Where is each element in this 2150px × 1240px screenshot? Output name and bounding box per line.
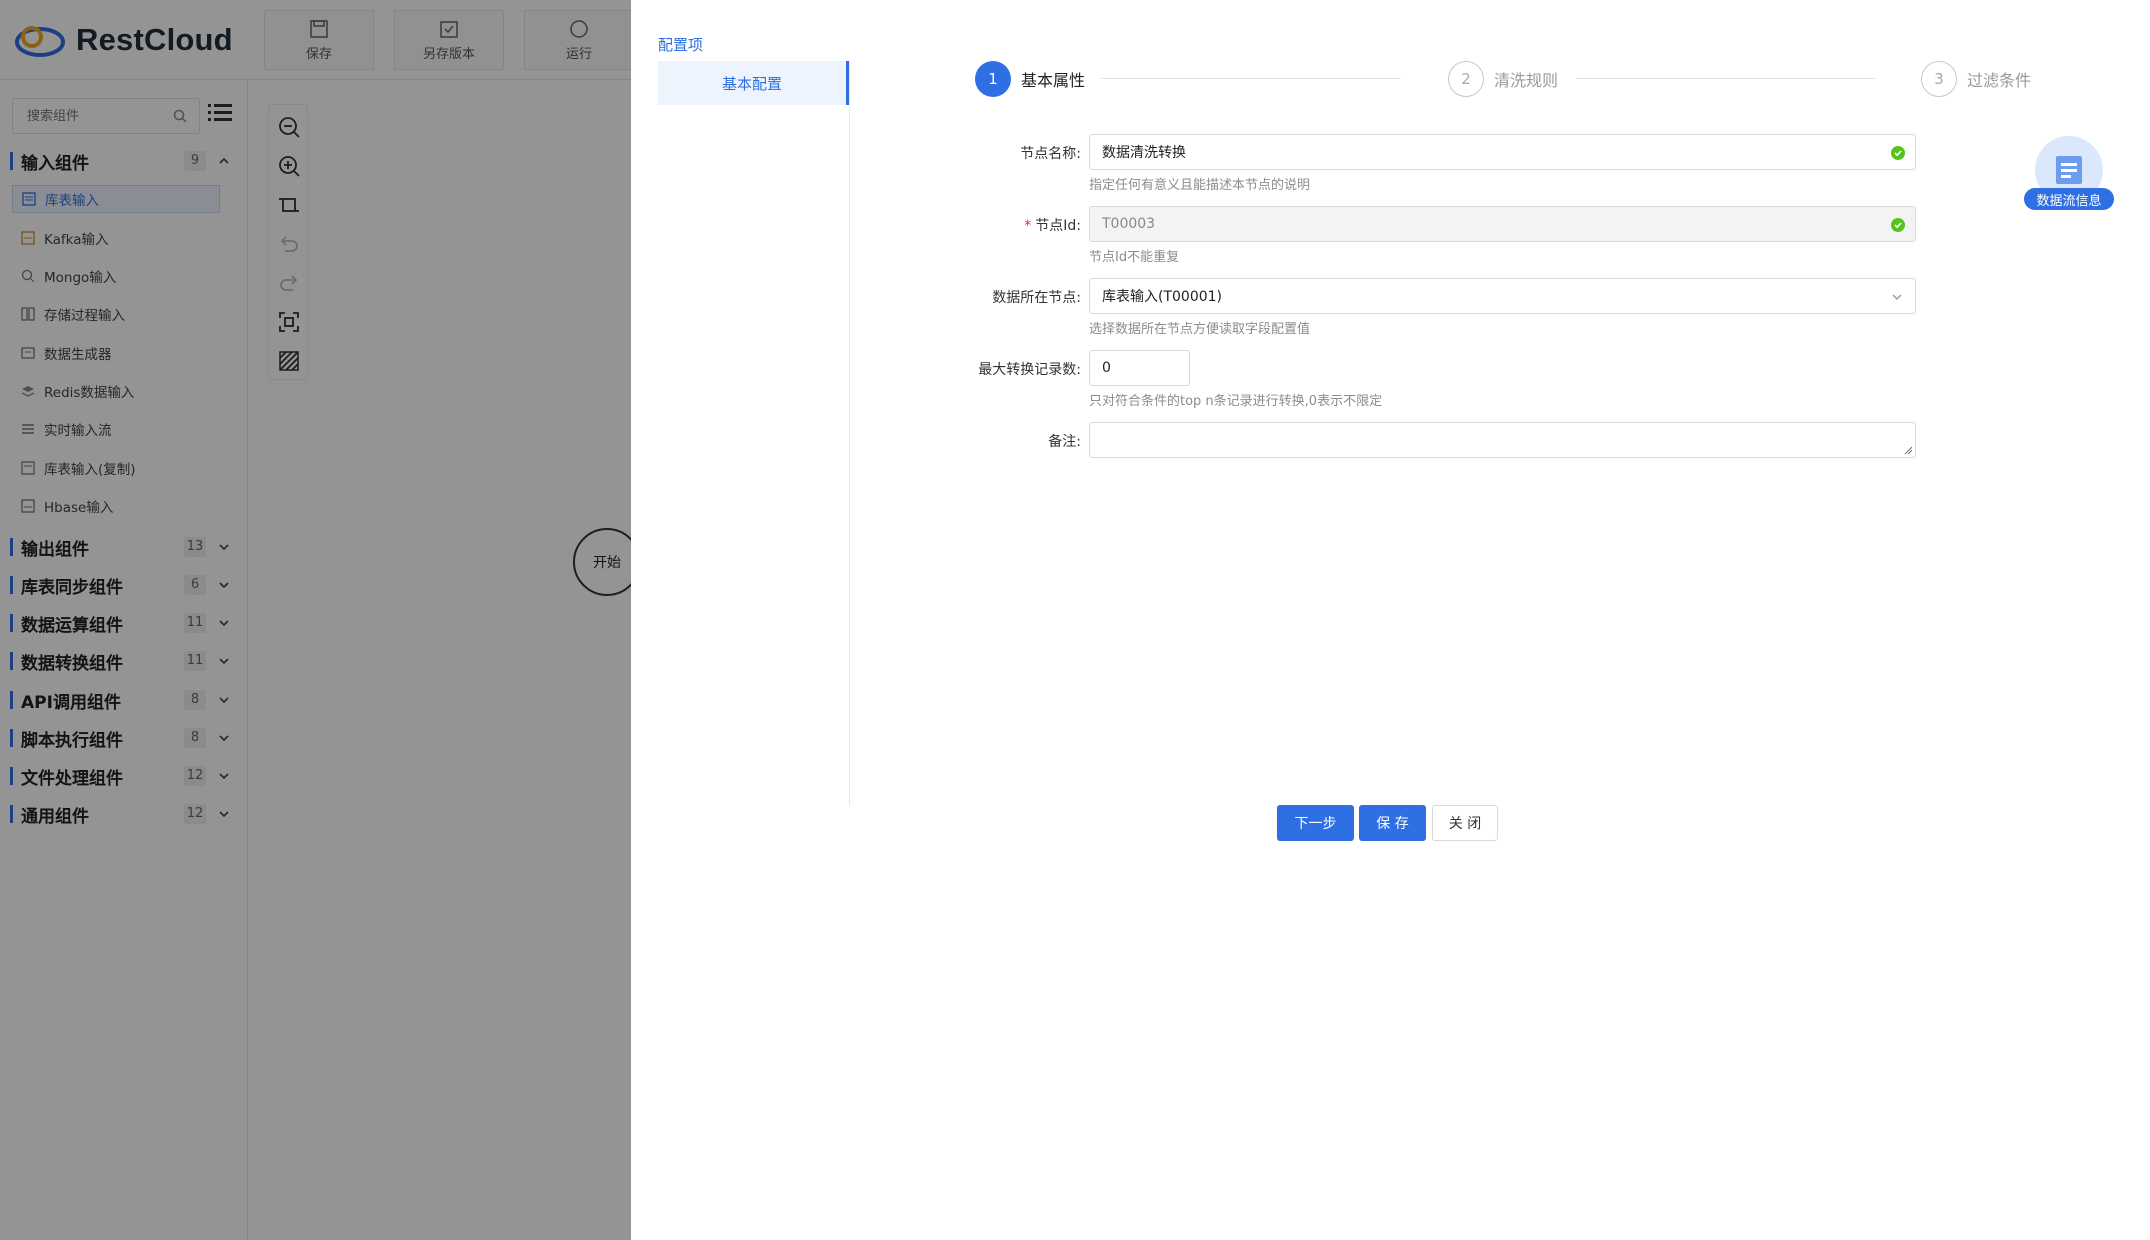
document-icon xyxy=(2056,156,2082,184)
max-records-input[interactable] xyxy=(1090,351,1186,385)
remark-textarea[interactable] xyxy=(1090,423,1870,457)
node-id-field[interactable] xyxy=(1089,206,1916,242)
max-records-field[interactable] xyxy=(1089,350,1190,386)
config-nav-basic[interactable]: 基本配置 xyxy=(658,61,849,105)
nav-divider xyxy=(849,61,850,806)
data-node-value[interactable] xyxy=(1090,279,1870,313)
node-id-input[interactable] xyxy=(1090,207,1870,241)
step-title: 过滤条件 xyxy=(1967,71,2032,90)
node-id-label-text: 节点Id: xyxy=(1035,218,1081,234)
node-name-help: 指定任何有意义且能描述本节点的说明 xyxy=(1089,178,1311,193)
check-circle-icon xyxy=(1891,218,1905,232)
remark-label: 备注: xyxy=(1048,434,1081,450)
save-button[interactable]: 保 存 xyxy=(1359,805,1426,841)
step-number: 1 xyxy=(975,61,1011,97)
node-id-label: * 节点Id: xyxy=(951,215,1081,235)
step-number: 3 xyxy=(1921,61,1957,97)
node-name-input[interactable] xyxy=(1090,135,1870,169)
max-records-help: 只对符合条件的top n条记录进行转换,0表示不限定 xyxy=(1089,394,1383,409)
config-nav-title: 配置项 xyxy=(658,36,704,54)
data-node-label: 数据所在节点: xyxy=(992,290,1081,306)
data-node-select[interactable] xyxy=(1089,278,1916,314)
required-mark: * xyxy=(1024,218,1032,234)
node-name-field[interactable] xyxy=(1089,134,1916,170)
remark-field[interactable] xyxy=(1089,422,1916,458)
step-cleaning-rules[interactable]: 2 清洗规则 xyxy=(1448,60,1558,98)
data-node-help: 选择数据所在节点方便读取字段配置值 xyxy=(1089,322,1311,337)
step-title: 基本属性 xyxy=(1021,71,1086,90)
check-circle-icon xyxy=(1891,146,1905,160)
flow-info-widget[interactable]: 数据流信息 xyxy=(2024,136,2114,212)
next-step-button[interactable]: 下一步 xyxy=(1277,805,1354,841)
step-title: 清洗规则 xyxy=(1494,71,1559,90)
flow-info-label: 数据流信息 xyxy=(2024,188,2114,210)
close-button[interactable]: 关 闭 xyxy=(1432,805,1498,841)
node-id-help: 节点Id不能重复 xyxy=(1089,250,1180,265)
step-filter-conditions[interactable]: 3 过滤条件 xyxy=(1921,60,2031,98)
max-records-label: 最大转换记录数: xyxy=(978,362,1081,378)
step-connector xyxy=(1101,78,1401,79)
step-connector xyxy=(1576,78,1876,79)
step-basic-properties[interactable]: 1 基本属性 xyxy=(975,60,1085,98)
node-name-label: 节点名称: xyxy=(1020,146,1081,162)
resize-handle-icon[interactable] xyxy=(1903,445,1913,455)
chevron-down-icon xyxy=(1892,294,1902,300)
node-config-drawer: 配置项 基本配置 1 基本属性 2 清洗规则 3 过滤条件 节点名称: 指定任何… xyxy=(631,0,2150,1240)
step-number: 2 xyxy=(1448,61,1484,97)
